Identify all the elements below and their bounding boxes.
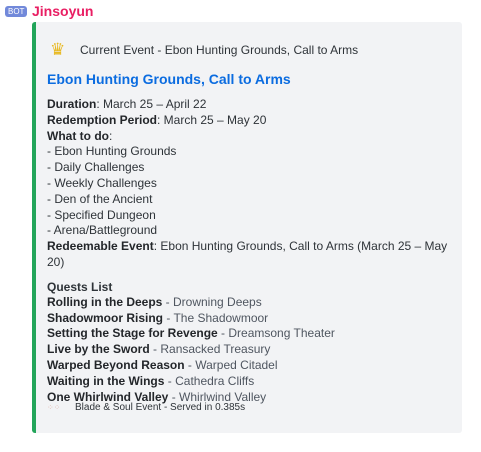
todo-item: - Specified Dungeon [47,207,156,222]
username[interactable]: Jinsoyun [32,3,93,19]
footer-text: Blade & Soul Event - Served in 0.385s [75,402,246,413]
quest-item: Shadowmoor Rising - The Shadowmoor [47,311,462,327]
todo-colon: : [108,128,113,143]
footer-logo-icon: ⁘⁘ [47,402,61,412]
embed-description: Duration: March 25 – April 22 Redemption… [47,97,462,405]
quest-item: Rolling in the Deeps - Drowning Deeps [47,295,462,311]
redemption-value: : March 25 – May 20 [157,112,267,127]
quest-location: - Cathedra Cliffs [164,373,255,388]
quest-location: - Warped Citadel [184,357,278,372]
todo-item: - Den of the Ancient [47,191,153,206]
quests-heading: Quests List [47,279,113,294]
todo-item: - Arena/Battleground [47,223,158,238]
todo-label: What to do [47,128,109,143]
quest-location: - Drowning Deeps [162,294,262,309]
quest-location: - Dreamsong Theater [217,326,335,341]
todo-item: - Daily Challenges [47,160,145,175]
quest-location: - Ransacked Treasury [149,342,271,357]
quest-location: - The Shadowmoor [163,310,269,325]
quest-item: Setting the Stage for Revenge - Dreamson… [47,326,462,342]
embed-title[interactable]: Ebon Hunting Grounds, Call to Arms [47,71,291,87]
bot-badge: BOT [5,6,28,17]
todo-item: - Ebon Hunting Grounds [47,144,177,159]
quest-item: Live by the Sword - Ransacked Treasury [47,342,462,358]
quest-name: Live by the Sword [47,342,150,357]
duration-label: Duration [47,97,97,111]
redeemable-label: Redeemable Event [47,239,154,254]
embed: ♛ Current Event - Ebon Hunting Grounds, … [32,22,462,433]
quest-item: Warped Beyond Reason - Warped Citadel [47,358,462,374]
crown-icon: ♛ [50,40,66,59]
redemption-label: Redemption Period [47,112,158,127]
quest-name: Waiting in the Wings [47,373,165,388]
quest-name: Warped Beyond Reason [47,357,185,372]
embed-author: ♛ Current Event - Ebon Hunting Grounds, … [50,40,358,60]
quest-name: Rolling in the Deeps [47,294,163,309]
quest-name: Setting the Stage for Revenge [47,326,218,341]
embed-footer: ⁘⁘ Blade & Soul Event - Served in 0.385s [47,402,245,413]
quest-item: Waiting in the Wings - Cathedra Cliffs [47,374,462,390]
author-name: Current Event - Ebon Hunting Grounds, Ca… [80,43,359,57]
todo-item: - Weekly Challenges [47,175,157,190]
duration-value: : March 25 – April 22 [96,97,207,111]
quest-name: Shadowmoor Rising [47,310,164,325]
